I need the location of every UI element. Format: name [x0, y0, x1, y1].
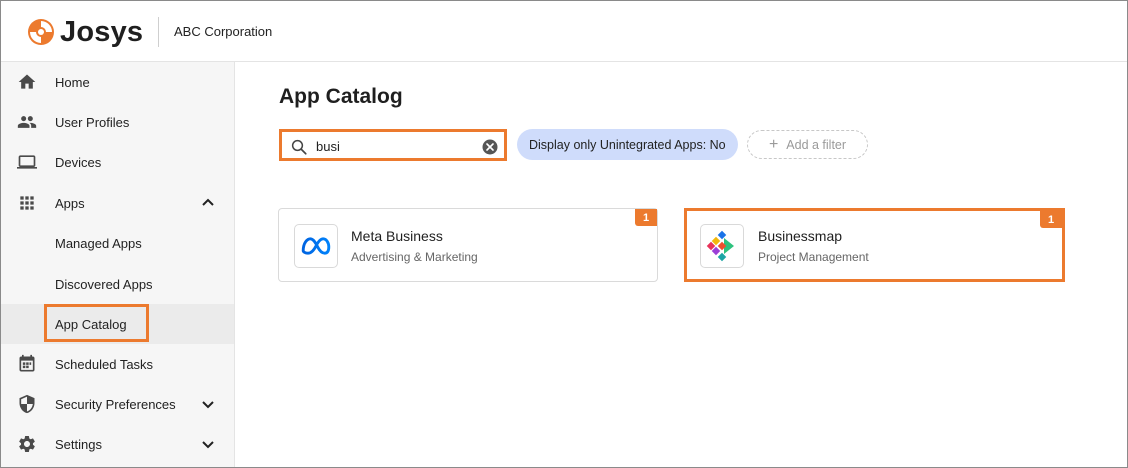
app-card-meta-business[interactable]: Meta Business Advertising & Marketing 1	[278, 208, 658, 282]
sidebar-item-label: Managed Apps	[55, 235, 142, 251]
sidebar-item-label: Home	[55, 74, 90, 90]
app-category: Advertising & Marketing	[351, 250, 478, 264]
page-title: App Catalog	[279, 85, 403, 108]
chevron-down-icon[interactable]	[200, 396, 216, 412]
brand-name: Josys	[60, 16, 144, 48]
plus-icon: +	[768, 135, 779, 153]
sidebar-item-scheduled-tasks[interactable]: Scheduled Tasks	[1, 344, 234, 384]
businessmap-logo-icon	[700, 224, 744, 268]
count-badge: 1	[635, 209, 657, 226]
sidebar-item-label: User Profiles	[55, 114, 130, 130]
app-name: Meta Business	[351, 228, 443, 244]
laptop-icon	[17, 152, 37, 172]
sidebar-item-home[interactable]: Home	[1, 62, 234, 102]
search-box[interactable]	[279, 129, 507, 161]
unintegrated-filter-chip[interactable]: Display only Unintegrated Apps: No	[517, 129, 738, 160]
sidebar-item-security-preferences[interactable]: Security Preferences	[1, 384, 234, 424]
app-catalog-highlight	[44, 304, 149, 342]
search-input[interactable]	[316, 136, 466, 156]
meta-logo-icon	[294, 224, 338, 268]
sidebar-item-label: Devices	[55, 154, 102, 170]
brand-logo[interactable]: Josys	[27, 17, 143, 47]
sidebar-item-label: Security Preferences	[55, 396, 176, 412]
top-header: Josys ABC Corporation	[1, 1, 1127, 62]
sidebar-item-label: Apps	[55, 195, 85, 211]
app-category: Project Management	[758, 250, 869, 264]
clear-icon[interactable]	[481, 138, 499, 156]
sidebar-item-settings[interactable]: Settings	[1, 424, 234, 464]
gear-icon	[17, 434, 37, 454]
app-name: Businessmap	[758, 228, 843, 244]
chevron-up-icon[interactable]	[200, 195, 216, 211]
sidebar-item-discovered-apps[interactable]: Discovered Apps	[1, 264, 234, 304]
sidebar-item-managed-apps[interactable]: Managed Apps	[1, 223, 234, 263]
apps-grid-icon	[17, 193, 37, 213]
sidebar-item-apps[interactable]: Apps	[1, 183, 234, 223]
organization-name: ABC Corporation	[174, 24, 273, 39]
calendar-icon	[17, 354, 37, 374]
sidebar-item-label: Discovered Apps	[55, 276, 153, 292]
sidebar-item-label: Settings	[55, 436, 102, 452]
add-filter-label: Add a filter	[786, 137, 847, 152]
sidebar-item-label: Scheduled Tasks	[55, 356, 154, 372]
app-card-businessmap[interactable]: Businessmap Project Management 1	[684, 208, 1065, 282]
count-badge: 1	[1040, 211, 1062, 228]
chevron-down-icon[interactable]	[200, 436, 216, 452]
sidebar-item-devices[interactable]: Devices	[1, 142, 234, 182]
header-divider	[158, 17, 159, 47]
sidebar: Home User Profiles Devices Apps Managed	[1, 62, 235, 467]
home-icon	[17, 72, 37, 92]
users-icon	[17, 112, 37, 132]
add-filter-button[interactable]: + Add a filter	[747, 130, 868, 159]
josys-logo-icon	[28, 19, 54, 45]
app-window: Josys ABC Corporation Home User Profiles…	[0, 0, 1128, 468]
sidebar-item-user-profiles[interactable]: User Profiles	[1, 102, 234, 142]
shield-icon	[17, 394, 37, 414]
search-icon	[291, 139, 307, 155]
